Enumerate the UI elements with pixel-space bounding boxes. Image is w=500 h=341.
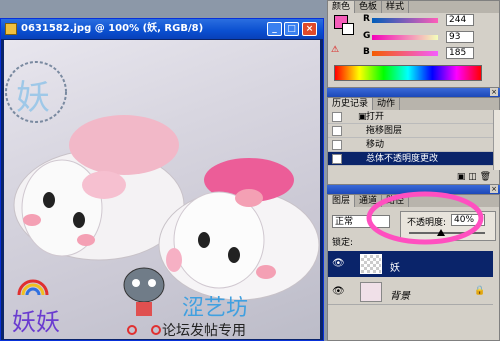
history-scrollbar[interactable]	[493, 110, 500, 170]
layer-name[interactable]: 背景	[390, 287, 410, 302]
g-label: G	[363, 31, 371, 41]
yaoyao-text: 妖妖	[12, 308, 60, 336]
tab-swatches[interactable]: 色板	[355, 1, 383, 13]
history-item[interactable]: ▣ 打开	[328, 110, 493, 124]
document-titlebar[interactable]: 0631582.jpg @ 100% (妖, RGB/8) _ □ ×	[1, 19, 323, 39]
highlight-circle	[366, 191, 484, 245]
visibility-eye-icon[interactable]: 👁	[332, 286, 345, 297]
panel-divider[interactable]: ×	[327, 88, 500, 97]
background-swatch[interactable]	[342, 23, 354, 35]
history-footer-icons[interactable]: ▣ ◫ 🗑	[457, 172, 491, 182]
history-item-selected[interactable]: 总体不透明度更改	[328, 152, 493, 166]
visibility-eye-icon[interactable]: 👁	[332, 258, 345, 269]
minimize-button[interactable]: _	[267, 22, 282, 36]
maximize-button[interactable]: □	[284, 22, 299, 36]
image-canvas[interactable]: 妖 妖妖 涩艺坊 论坛发帖专用	[4, 40, 320, 339]
layer-name[interactable]: 妖	[390, 259, 400, 274]
document-title: 0631582.jpg @ 100% (妖, RGB/8)	[21, 23, 204, 34]
r-slider[interactable]	[372, 18, 438, 23]
tab-color[interactable]: 颜色	[328, 1, 356, 13]
tab-layers[interactable]: 图层	[328, 195, 356, 207]
history-panel: 历史记录 动作 ▣ 打开 拖移图层 移动 总体不透明度更改 ▣ ◫ 🗑	[327, 97, 500, 185]
layer-thumbnail	[360, 282, 382, 302]
tab-styles[interactable]: 样式	[382, 1, 410, 13]
sige-text: 涩艺坊	[182, 296, 249, 321]
layer-row[interactable]: 👁 背景 🔒	[328, 279, 493, 305]
gamut-warning-icon[interactable]: ⚠	[331, 45, 339, 55]
lock-label: 锁定:	[332, 238, 354, 248]
layer-row-selected[interactable]: 👁 妖	[328, 251, 493, 277]
watermark-text: 妖	[16, 78, 50, 118]
history-item[interactable]: 移动	[328, 138, 493, 152]
document-window: 0631582.jpg @ 100% (妖, RGB/8) _ □ × 妖 妖妖…	[0, 18, 324, 341]
slippers-photo	[5, 61, 320, 335]
lock-icon: 🔒	[474, 286, 486, 296]
r-label: R	[363, 14, 370, 24]
right-panels: 颜色 色板 样式 ⚠ R 244 G 93 B 185 × 历史记录 动作 ▣ …	[327, 0, 500, 341]
history-item[interactable]: 拖移图层	[328, 124, 493, 138]
b-label: B	[363, 47, 370, 57]
color-spectrum-bar[interactable]	[334, 65, 482, 81]
g-slider[interactable]	[372, 35, 438, 40]
b-slider[interactable]	[372, 51, 438, 56]
forum-text: 论坛发帖专用	[162, 323, 246, 339]
b-value[interactable]: 185	[446, 47, 474, 59]
r-value[interactable]: 244	[446, 14, 474, 26]
layer-thumbnail	[360, 254, 382, 274]
tab-actions[interactable]: 动作	[373, 98, 401, 110]
photoshop-doc-icon	[5, 23, 17, 35]
close-button[interactable]: ×	[302, 22, 317, 36]
tab-history[interactable]: 历史记录	[328, 98, 374, 110]
g-value[interactable]: 93	[446, 31, 474, 43]
color-panel: 颜色 色板 样式 ⚠ R 244 G 93 B 185	[327, 0, 500, 88]
